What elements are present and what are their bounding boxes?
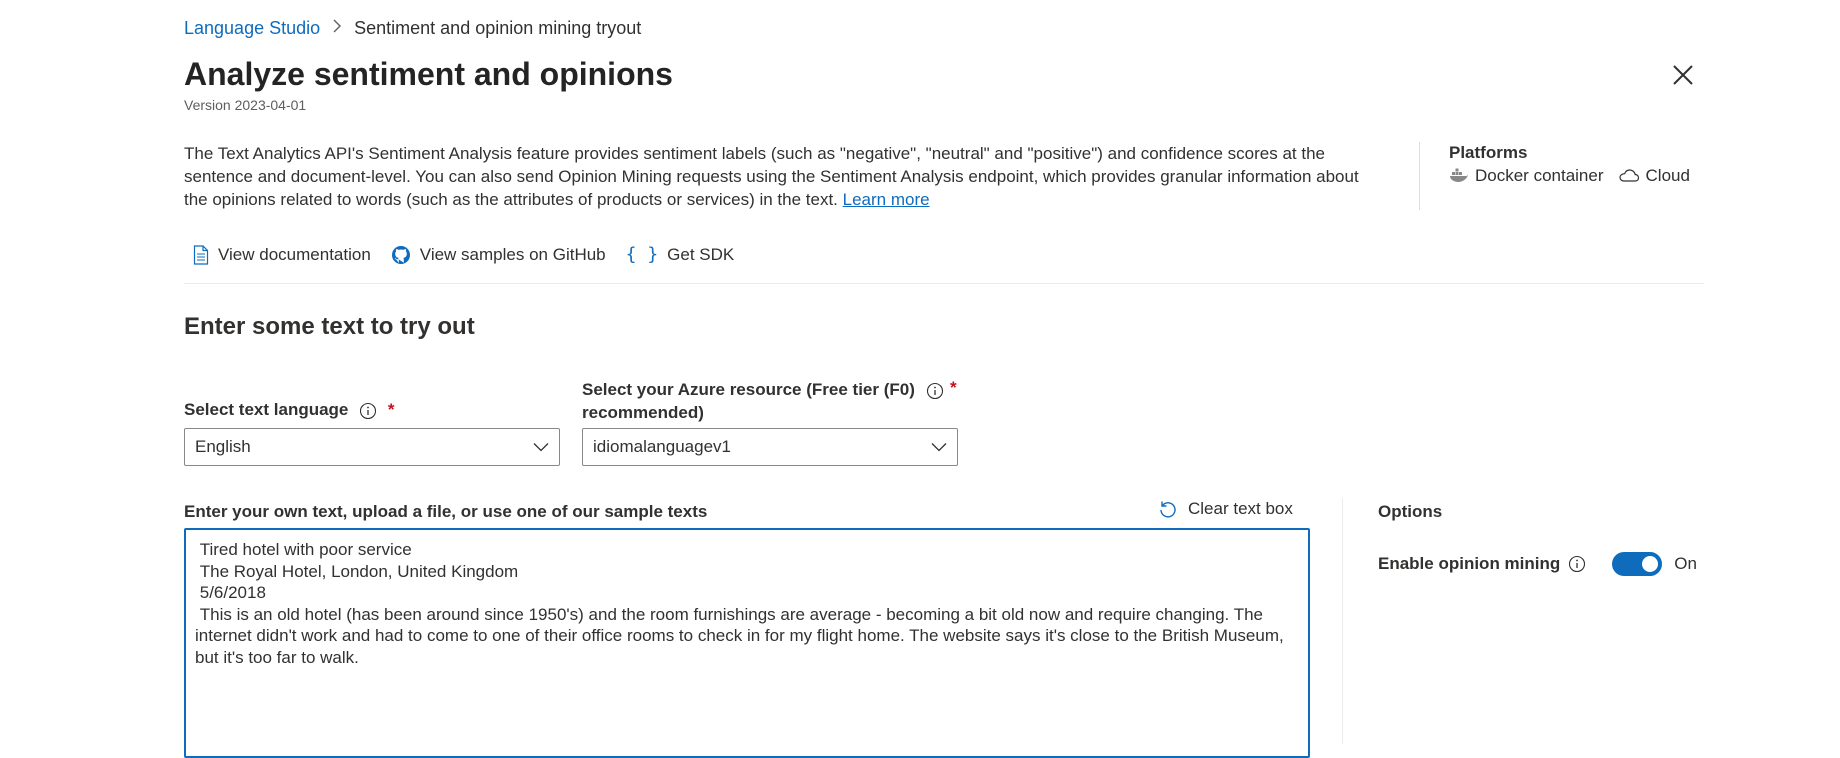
platform-cloud: Cloud	[1618, 166, 1690, 186]
info-icon[interactable]	[359, 402, 377, 420]
description-text: The Text Analytics API's Sentiment Analy…	[184, 144, 1359, 209]
cloud-icon	[1618, 169, 1639, 182]
platform-cloud-label: Cloud	[1645, 166, 1690, 185]
resource-field: Select your Azure resource (Free tier (F…	[582, 378, 982, 424]
chevron-down-icon	[931, 443, 947, 452]
get-sdk-link[interactable]: { } Get SDK	[626, 244, 735, 265]
github-icon	[391, 245, 410, 264]
view-samples-github-label: View samples on GitHub	[419, 244, 606, 264]
info-icon[interactable]	[1568, 555, 1586, 573]
page-title: Analyze sentiment and opinions	[184, 56, 673, 92]
horizontal-divider	[184, 283, 1704, 284]
docker-icon	[1450, 168, 1468, 182]
platform-docker-label: Docker container	[1475, 166, 1604, 185]
platforms-list: Docker container Cloud	[1449, 166, 1690, 186]
view-samples-github-link[interactable]: View samples on GitHub	[391, 245, 606, 265]
section-title: Enter some text to try out	[184, 313, 475, 340]
resource-select[interactable]: idiomalanguagev1	[582, 428, 958, 466]
language-select-value: English	[195, 437, 251, 456]
required-indicator: *	[387, 400, 395, 419]
undo-icon	[1160, 501, 1176, 518]
view-documentation-link[interactable]: View documentation	[193, 245, 371, 265]
toggle-state-label: On	[1674, 554, 1697, 573]
opinion-mining-option: Enable opinion mining On	[1378, 552, 1697, 576]
language-label-row: Select text language *	[184, 400, 394, 420]
toggle-knob	[1642, 556, 1659, 572]
get-sdk-label: Get SDK	[667, 244, 735, 264]
version-label: Version 2023-04-01	[184, 97, 307, 113]
platform-docker: Docker container	[1449, 166, 1604, 186]
language-label: Select text language	[184, 400, 349, 419]
vertical-divider	[1419, 142, 1420, 210]
chevron-down-icon	[533, 443, 549, 452]
breadcrumb: Language Studio Sentiment and opinion mi…	[184, 18, 641, 39]
language-select[interactable]: English	[184, 428, 560, 466]
opinion-mining-label: Enable opinion mining	[1378, 554, 1561, 573]
close-icon	[1673, 65, 1693, 85]
platforms-title: Platforms	[1449, 143, 1528, 162]
resource-links: View documentation View samples on GitHu…	[193, 244, 754, 265]
required-indicator: *	[950, 378, 957, 397]
chevron-right-icon	[332, 19, 342, 38]
view-documentation-label: View documentation	[218, 244, 371, 264]
description: The Text Analytics API's Sentiment Analy…	[184, 142, 1364, 211]
info-icon[interactable]	[926, 382, 944, 400]
language-field: Select text language *	[184, 400, 394, 420]
resource-select-value: idiomalanguagev1	[593, 437, 731, 456]
breadcrumb-current: Sentiment and opinion mining tryout	[354, 18, 642, 38]
clear-text-button[interactable]: Clear text box	[1158, 499, 1293, 519]
learn-more-link[interactable]: Learn more	[843, 190, 930, 209]
options-title: Options	[1378, 502, 1443, 521]
text-input-label: Enter your own text, upload a file, or u…	[184, 502, 708, 521]
resource-label-row: Select your Azure resource (Free tier (F…	[582, 378, 982, 424]
close-button[interactable]	[1666, 58, 1700, 92]
braces-icon: { }	[625, 244, 659, 265]
options-divider	[1342, 498, 1343, 744]
opinion-mining-toggle[interactable]	[1612, 552, 1663, 576]
clear-text-label: Clear text box	[1188, 499, 1293, 518]
text-input-area[interactable]: Tired hotel with poor service The Royal …	[184, 528, 1310, 758]
document-icon	[193, 244, 209, 265]
breadcrumb-language-studio-link[interactable]: Language Studio	[184, 18, 320, 39]
resource-label: Select your Azure resource (Free tier (F…	[582, 380, 915, 422]
